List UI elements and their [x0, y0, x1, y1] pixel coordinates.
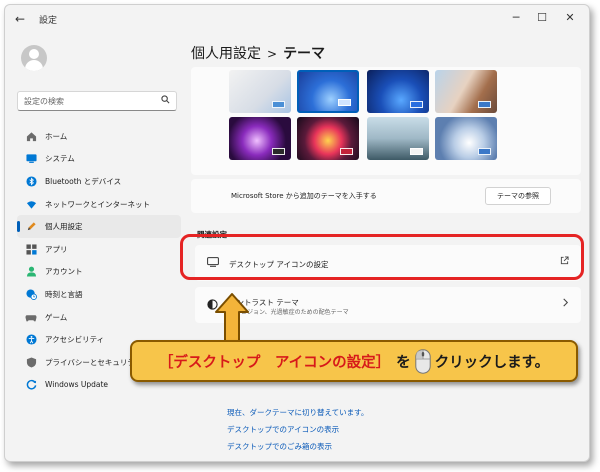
link-desktop-icons-display[interactable]: デスクトップでのアイコンの表示	[227, 424, 339, 435]
link-recycle-bin-display[interactable]: デスクトップでのごみ箱の表示	[227, 441, 332, 452]
update-icon	[25, 379, 37, 391]
contrast-themes-row[interactable]: コントラスト テーマ ロービジョン、光過敏症のための配色テーマ	[195, 287, 581, 323]
callout-target-text: デスクトップ アイコンの設定	[173, 354, 376, 371]
callout-arrow-up-icon	[215, 293, 249, 343]
callout-action-text: クリックします。	[434, 354, 550, 371]
apps-icon	[25, 243, 37, 255]
home-icon	[25, 130, 37, 142]
close-icon: ✕	[565, 11, 575, 24]
sidebar-item-gaming[interactable]: ゲーム	[17, 306, 181, 329]
theme-thumbnail-6[interactable]	[297, 117, 359, 160]
back-button[interactable]: ←	[15, 12, 25, 26]
app-title: 設定	[39, 16, 58, 26]
person-icon	[25, 266, 37, 278]
theme-thumbnail-3[interactable]	[367, 70, 429, 113]
bluetooth-icon	[25, 175, 37, 187]
sidebar-item-network[interactable]: ネットワークとインターネット	[17, 193, 181, 216]
avatar[interactable]	[21, 45, 47, 71]
store-text: Microsoft Store から追加のテーマを入手する	[231, 192, 377, 200]
gamepad-icon	[25, 311, 37, 323]
breadcrumb: 個人用設定 > テーマ	[191, 43, 325, 63]
sidebar-item-home[interactable]: ホーム	[17, 125, 181, 148]
sidebar-item-system[interactable]: システム	[17, 148, 181, 171]
sidebar-item-bluetooth[interactable]: Bluetooth とデバイス	[17, 170, 181, 193]
callout-bracket-close: ］	[375, 354, 391, 371]
instruction-callout: ［ デスクトップ アイコンの設定 ］ を クリックします。	[130, 340, 578, 382]
sidebar-item-apps[interactable]: アプリ	[17, 238, 181, 261]
maximize-icon: ☐	[537, 11, 547, 24]
theme-thumbnail-5[interactable]	[229, 117, 291, 160]
sidebar-item-accounts[interactable]: アカウント	[17, 261, 181, 284]
page-title: テーマ	[283, 46, 326, 62]
close-button[interactable]: ✕	[559, 10, 581, 26]
breadcrumb-separator: >	[267, 47, 278, 61]
theme-thumbnail-8[interactable]	[435, 117, 497, 160]
chevron-right-icon	[562, 298, 569, 310]
shield-icon	[25, 356, 37, 368]
sidebar-item-personalization[interactable]: 個人用設定	[17, 215, 181, 238]
callout-particle: を	[396, 354, 411, 371]
settings-window: ← 設定 ─ ☐ ✕ ホーム システム	[4, 4, 590, 462]
minimize-icon: ─	[512, 11, 520, 24]
breadcrumb-parent[interactable]: 個人用設定	[191, 46, 261, 62]
maximize-button[interactable]: ☐	[531, 10, 553, 26]
arrow-left-icon: ←	[15, 12, 26, 26]
browse-themes-button[interactable]: テーマの参照	[485, 187, 551, 205]
mouse-icon	[414, 348, 431, 374]
accessibility-icon	[25, 334, 37, 346]
sidebar-item-time-language[interactable]: 時刻と言語	[17, 283, 181, 306]
wifi-icon	[25, 198, 37, 210]
theme-thumbnail-4[interactable]	[435, 70, 497, 113]
themes-gallery	[191, 67, 581, 175]
pen-icon	[25, 221, 37, 233]
minimize-button[interactable]: ─	[505, 10, 527, 26]
search-icon[interactable]	[161, 95, 170, 107]
monitor-icon	[25, 153, 37, 165]
highlight-box	[180, 234, 584, 280]
callout-bracket-open: ［	[158, 354, 174, 371]
search-box[interactable]	[17, 91, 177, 111]
theme-thumbnail-7[interactable]	[367, 117, 429, 160]
search-input[interactable]	[24, 94, 154, 109]
title-bar: ← 設定 ─ ☐ ✕	[5, 5, 589, 33]
globe-clock-icon	[25, 288, 37, 300]
link-dark-theme[interactable]: 現在、ダークテーマに切り替えています。	[227, 407, 368, 418]
theme-thumbnail-2[interactable]	[297, 70, 359, 113]
theme-thumbnail-1[interactable]	[229, 70, 291, 113]
microsoft-store-row: Microsoft Store から追加のテーマを入手する テーマの参照	[191, 179, 581, 213]
